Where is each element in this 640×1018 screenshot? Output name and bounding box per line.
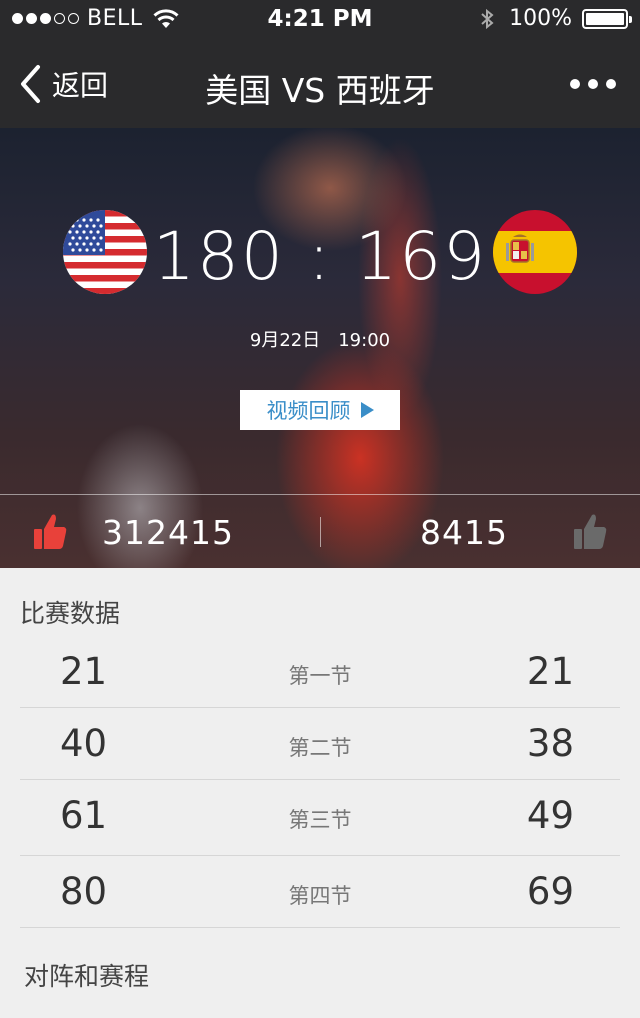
away-score: 169 [355, 218, 488, 295]
battery-percent: 100% [509, 6, 572, 31]
away-quarter-score: 38 [526, 722, 574, 765]
status-bar: BELL 4:21 PM 100% [0, 0, 640, 40]
away-quarter-score: 49 [526, 794, 574, 837]
spain-flag-icon[interactable] [493, 210, 577, 294]
thumbs-up-icon[interactable] [32, 511, 68, 551]
match-date: 9月22日 [249, 330, 321, 351]
nav-bar: 返回 美国 VS 西班牙 [0, 40, 640, 128]
away-quarter-score: 69 [526, 870, 574, 913]
status-right: 100% [479, 6, 632, 31]
match-hero: 180 : 169 9月22日 19:00 视频回顾 312415 8415 [0, 128, 640, 568]
more-dot-icon [606, 79, 616, 89]
dislike-count: 8415 [420, 513, 508, 552]
match-datetime: 9月22日 19:00 [0, 326, 640, 352]
match-score: 180 : 169 [140, 218, 500, 295]
usa-flag-icon[interactable] [63, 210, 147, 294]
match-time: 19:00 [338, 330, 391, 351]
likes-bar: 312415 8415 [0, 494, 640, 568]
table-row: 21 第一节 21 [20, 636, 620, 708]
score-separator: : [307, 218, 333, 295]
more-dot-icon [570, 79, 580, 89]
bluetooth-icon [481, 8, 494, 29]
stats-table: 21 第一节 21 40 第二节 38 61 第三节 49 80 第四节 69 [20, 636, 620, 928]
more-dot-icon [588, 79, 598, 89]
away-quarter-score: 21 [526, 650, 574, 693]
more-button[interactable] [570, 74, 616, 94]
like-count: 312415 [102, 513, 234, 552]
table-row: 61 第三节 49 [20, 780, 620, 856]
page-title: 美国 VS 西班牙 [205, 71, 435, 110]
table-row: 40 第二节 38 [20, 708, 620, 780]
home-score: 180 [152, 218, 285, 295]
stats-section-title: 比赛数据 [20, 599, 121, 628]
schedule-section-title[interactable]: 对阵和赛程 [24, 957, 149, 993]
play-icon [360, 402, 374, 418]
battery-icon [582, 8, 632, 29]
video-replay-label: 视频回顾 [266, 399, 351, 423]
table-row: 80 第四节 69 [20, 856, 620, 928]
likes-divider [320, 517, 321, 547]
thumbs-down-icon[interactable] [572, 511, 608, 551]
video-replay-button[interactable]: 视频回顾 [240, 390, 400, 430]
